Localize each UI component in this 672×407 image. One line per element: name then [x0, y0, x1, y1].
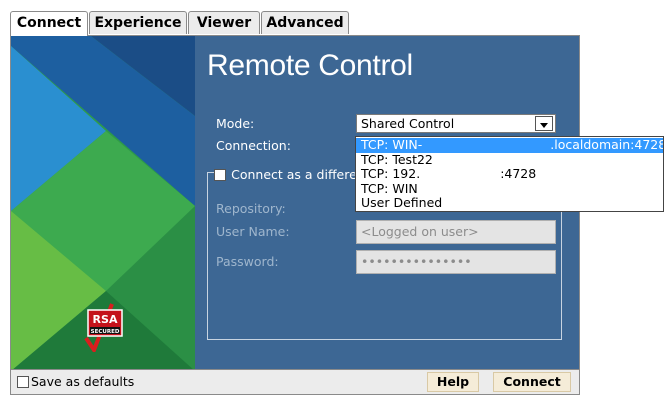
connect-button[interactable]: Connect [493, 372, 571, 392]
mode-select-value: Shared Control [361, 116, 455, 131]
repository-label: Repository: [216, 201, 286, 216]
different-user-label: Connect as a differe [231, 167, 357, 182]
page-title: Remote Control [207, 49, 413, 82]
dropdown-option[interactable]: TCP: 192.:4728 [356, 167, 663, 182]
save-defaults-checkbox[interactable] [17, 376, 29, 388]
connection-label: Connection: [216, 138, 291, 153]
dropdown-option[interactable]: TCP: Test22 [356, 153, 663, 168]
chevron-down-icon[interactable] [535, 116, 553, 131]
tab-advanced[interactable]: Advanced [261, 11, 349, 34]
username-field[interactable]: <Logged on user> [356, 220, 556, 244]
connection-dropdown-list[interactable]: TCP: WIN- .localdomain:4728 TCP: Test22 T… [355, 136, 664, 212]
different-user-toggle[interactable]: Connect as a differe [214, 164, 363, 184]
password-field[interactable]: ••••••••••••••• [356, 250, 556, 274]
svg-text:SECURED: SECURED [91, 329, 120, 335]
tab-viewer[interactable]: Viewer [188, 11, 260, 34]
rsa-secured-logo: RSA SECURED [84, 303, 123, 352]
dropdown-option[interactable]: TCP: WIN [356, 182, 663, 197]
mode-label: Mode: [216, 116, 255, 131]
different-user-checkbox[interactable] [214, 168, 226, 181]
help-button[interactable]: Help [427, 372, 479, 392]
username-label: User Name: [216, 224, 290, 239]
mode-select[interactable]: Shared Control [356, 114, 556, 133]
password-label: Password: [216, 254, 279, 269]
dropdown-option[interactable]: TCP: WIN- .localdomain:4728 [356, 138, 663, 153]
save-defaults-label[interactable]: Save as defaults [31, 374, 134, 389]
svg-text:RSA: RSA [93, 313, 118, 326]
footer-bar: Save as defaults Help Connect [10, 369, 580, 395]
tab-connect[interactable]: Connect [10, 11, 88, 36]
dropdown-option[interactable]: User Defined [356, 196, 663, 211]
tab-experience[interactable]: Experience [89, 11, 187, 34]
remote-control-dialog: Connect Experience Viewer Advanced RSA S… [0, 0, 672, 407]
